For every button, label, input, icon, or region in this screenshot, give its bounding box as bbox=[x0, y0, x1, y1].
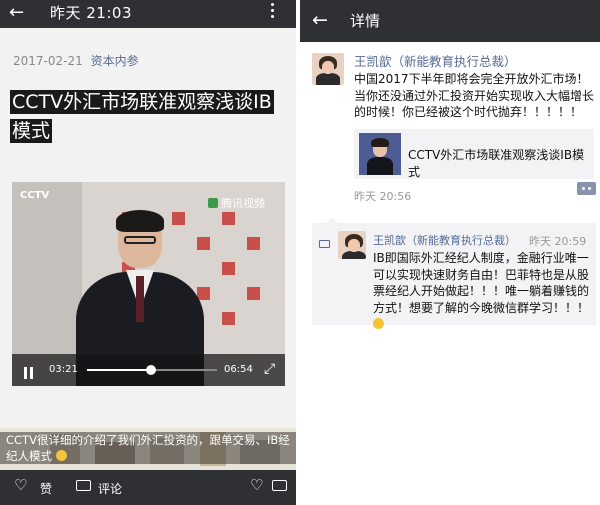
pause-icon[interactable] bbox=[24, 364, 36, 383]
avatar[interactable] bbox=[312, 53, 344, 85]
comment-icon bbox=[319, 240, 330, 248]
comment-text: IB即国际外汇经纪人制度，金融行业唯一可以实现快速财务自由！巴菲特也是从股票经纪… bbox=[373, 251, 590, 315]
article-screen: ← 昨天 21:03 2017-02-21 资本内参 CCTV外汇市场联准观察浅… bbox=[0, 0, 296, 505]
bottom-action-bar: ♡ 赞 评论 ♡ bbox=[0, 470, 296, 505]
moment-detail-screen: ← 详情 王凯歆（新能教育执行总裁） 中国2017下半年即将会完全开放外汇市场！… bbox=[300, 0, 600, 505]
top-bar: ← 昨天 21:03 bbox=[0, 0, 296, 28]
comment-button-label[interactable]: 评论 bbox=[98, 480, 122, 497]
comment-icon[interactable] bbox=[76, 480, 91, 491]
video-controls: 03:21 06:54 ⤢ bbox=[12, 354, 285, 386]
headline-text: CCTV外汇市场联准观察浅谈IB模式 bbox=[10, 90, 274, 143]
comment-text-block: IB即国际外汇经纪人制度，金融行业唯一可以实现快速财务自由！巴菲特也是从股票经纪… bbox=[373, 250, 593, 333]
video-player[interactable]: CCTV 腾讯视频 03:21 06:54 ⤢ bbox=[12, 182, 285, 386]
post-time: 昨天 20:56 bbox=[354, 190, 412, 203]
seek-progress bbox=[87, 369, 151, 371]
post-text: 中国2017下半年即将会完全开放外汇市场！当你还没通过外汇投资开始实现收入大幅增… bbox=[354, 72, 595, 119]
like-heart-icon[interactable]: ♡ bbox=[14, 478, 27, 493]
top-bar-title: 昨天 21:03 bbox=[50, 4, 132, 22]
back-arrow-icon[interactable]: ← bbox=[9, 1, 24, 25]
comment-time: 昨天 20:59 bbox=[529, 235, 587, 248]
comment-author[interactable]: 王凯歆（新能教育执行总裁） bbox=[373, 232, 516, 248]
article-meta: 2017-02-21 资本内参 bbox=[13, 52, 139, 69]
cctv-logo: CCTV bbox=[20, 190, 50, 201]
smile-emoji-icon bbox=[55, 450, 67, 461]
link-thumbnail bbox=[359, 133, 401, 175]
like-button-label[interactable]: 赞 bbox=[40, 480, 52, 497]
more-vertical-icon[interactable] bbox=[270, 3, 276, 21]
duration: 06:54 bbox=[224, 364, 253, 375]
account-link[interactable]: 资本内参 bbox=[91, 54, 139, 68]
avatar[interactable] bbox=[338, 231, 366, 259]
smile-emoji-icon bbox=[373, 318, 384, 329]
comment-icon[interactable] bbox=[272, 480, 287, 491]
post-author[interactable]: 王凯歆（新能教育执行总裁） bbox=[354, 51, 517, 70]
fullscreen-icon[interactable]: ⤢ bbox=[264, 361, 275, 377]
shared-link-card[interactable]: CCTV外汇市场联准观察浅谈IB模式 bbox=[354, 129, 594, 179]
like-heart-icon[interactable]: ♡ bbox=[250, 478, 263, 493]
comment-area: 王凯歆（新能教育执行总裁） 昨天 20:59 IB即国际外汇经纪人制度，金融行业… bbox=[312, 217, 596, 329]
link-title: CCTV外汇市场联准观察浅谈IB模式 bbox=[408, 148, 585, 179]
back-arrow-icon[interactable]: ← bbox=[312, 8, 328, 32]
top-bar: ← 详情 bbox=[300, 0, 600, 42]
watermark-text: 腾讯视频 bbox=[221, 197, 265, 210]
top-bar-title: 详情 bbox=[350, 12, 381, 30]
article-date: 2017-02-21 bbox=[13, 54, 83, 68]
video-watermark: 腾讯视频 bbox=[208, 195, 265, 211]
caption-text: CCTV很详细的介绍了我们外汇投资的，跟单交易、IB经纪人模式 bbox=[6, 433, 290, 463]
image-caption: CCTV很详细的介绍了我们外汇投资的，跟单交易、IB经纪人模式 bbox=[0, 432, 296, 464]
article-headline: CCTV外汇市场联准观察浅谈IB模式 bbox=[10, 88, 274, 146]
seek-handle[interactable] bbox=[145, 365, 156, 375]
more-actions-button[interactable] bbox=[577, 182, 596, 195]
seek-bar[interactable] bbox=[87, 365, 217, 375]
current-time: 03:21 bbox=[49, 364, 78, 375]
